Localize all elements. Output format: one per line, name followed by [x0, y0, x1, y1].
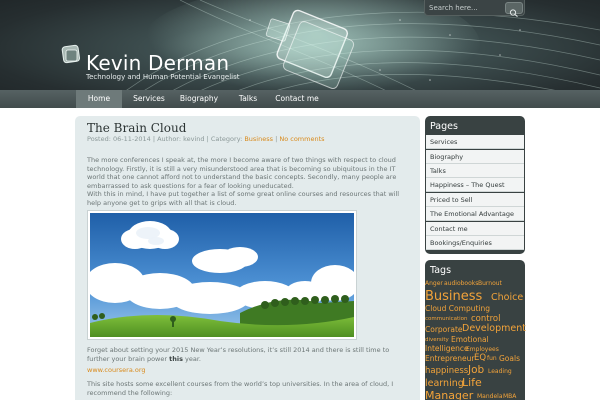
- site-title[interactable]: Kevin Derman: [86, 51, 229, 75]
- tag-link[interactable]: learning: [425, 379, 464, 389]
- page-link-services[interactable]: Services: [426, 135, 524, 149]
- tag-link[interactable]: Cloud Computing: [425, 305, 490, 313]
- para3-bold: this: [169, 354, 183, 363]
- comments-link[interactable]: No comments: [279, 135, 324, 143]
- site-tagline: Technology and Human Potential Evangelis…: [86, 73, 240, 81]
- logo-cube-icon: [61, 44, 81, 64]
- coursera-link[interactable]: www.coursera.org: [87, 366, 146, 374]
- nav-biography[interactable]: Biography: [176, 90, 222, 108]
- tag-link[interactable]: happiness: [425, 367, 468, 376]
- para3-text-b: year.: [182, 354, 201, 363]
- post-paragraph-3: Forget about setting your 2015 New Year’…: [87, 346, 412, 363]
- tag-link[interactable]: communication: [425, 316, 468, 323]
- brain-cloud-illustration: [85, 213, 359, 337]
- post-image: [85, 210, 359, 340]
- para3-text-a: Forget about setting your 2015 New Year’…: [87, 346, 390, 363]
- tag-link[interactable]: Goals: [499, 355, 520, 363]
- page-link-happiness[interactable]: Happiness – The Quest: [426, 178, 524, 192]
- tag-link[interactable]: Intelligence: [425, 345, 469, 353]
- page-link-bookings[interactable]: Bookings/Enquiries: [426, 236, 524, 250]
- tag-link[interactable]: Development: [462, 324, 526, 334]
- post-paragraph-4: This site hosts some excellent courses f…: [87, 380, 394, 397]
- nav-services[interactable]: Services: [128, 90, 170, 108]
- tag-link[interactable]: audiobooks: [444, 281, 478, 287]
- tag-link[interactable]: Entrepreneur: [425, 355, 474, 363]
- page-link-biography[interactable]: Biography: [426, 150, 524, 164]
- post-meta: Posted: 06-11-2014 | Author: kevind | Ca…: [87, 135, 325, 143]
- page-link-contact-me[interactable]: Contact me: [426, 222, 524, 236]
- page-link-priced-to-sell[interactable]: Priced to Sell: [426, 193, 524, 207]
- category-link[interactable]: Business: [244, 135, 273, 143]
- tag-link[interactable]: MBA: [503, 394, 516, 400]
- tag-link[interactable]: Emotional: [451, 336, 489, 344]
- post-title[interactable]: The Brain Cloud: [87, 121, 186, 135]
- search-button[interactable]: [505, 2, 523, 18]
- tag-link[interactable]: diversity: [425, 337, 449, 344]
- tag-link[interactable]: Choice: [491, 293, 523, 303]
- page-link-emotional-advantage[interactable]: The Emotional Advantage: [426, 207, 524, 221]
- tag-link[interactable]: fun: [487, 356, 497, 362]
- search-box: [424, 0, 525, 18]
- search-input[interactable]: [429, 2, 503, 14]
- post-meta-text: Posted: 06-11-2014 | Author: kevind | Ca…: [87, 135, 245, 143]
- post-paragraph-1: The more conferences I speak at, the mor…: [87, 156, 397, 190]
- tag-link[interactable]: Job: [468, 365, 484, 376]
- tag-link[interactable]: Manager: [425, 390, 473, 400]
- tag-link[interactable]: Business: [425, 290, 482, 303]
- nav-talks[interactable]: Talks: [232, 90, 264, 108]
- tag-link[interactable]: Anger: [425, 281, 443, 287]
- tag-link[interactable]: EQ: [474, 354, 486, 363]
- post-paragraph-2: With this in mind, I have put together a…: [87, 190, 400, 207]
- tag-link[interactable]: Burnout: [478, 281, 502, 287]
- nav-contact-me[interactable]: Contact me: [272, 90, 322, 108]
- pages-widget-title: Pages: [430, 121, 458, 132]
- tag-link[interactable]: Life: [462, 377, 482, 388]
- tag-link[interactable]: Leading: [488, 369, 512, 375]
- tag-link[interactable]: Corporate: [425, 326, 463, 334]
- search-icon: [509, 9, 518, 18]
- tag-link[interactable]: Mandela: [477, 394, 503, 400]
- nav-home[interactable]: Home: [76, 90, 122, 108]
- page-link-talks[interactable]: Talks: [426, 164, 524, 178]
- tags-widget-title: Tags: [430, 265, 452, 276]
